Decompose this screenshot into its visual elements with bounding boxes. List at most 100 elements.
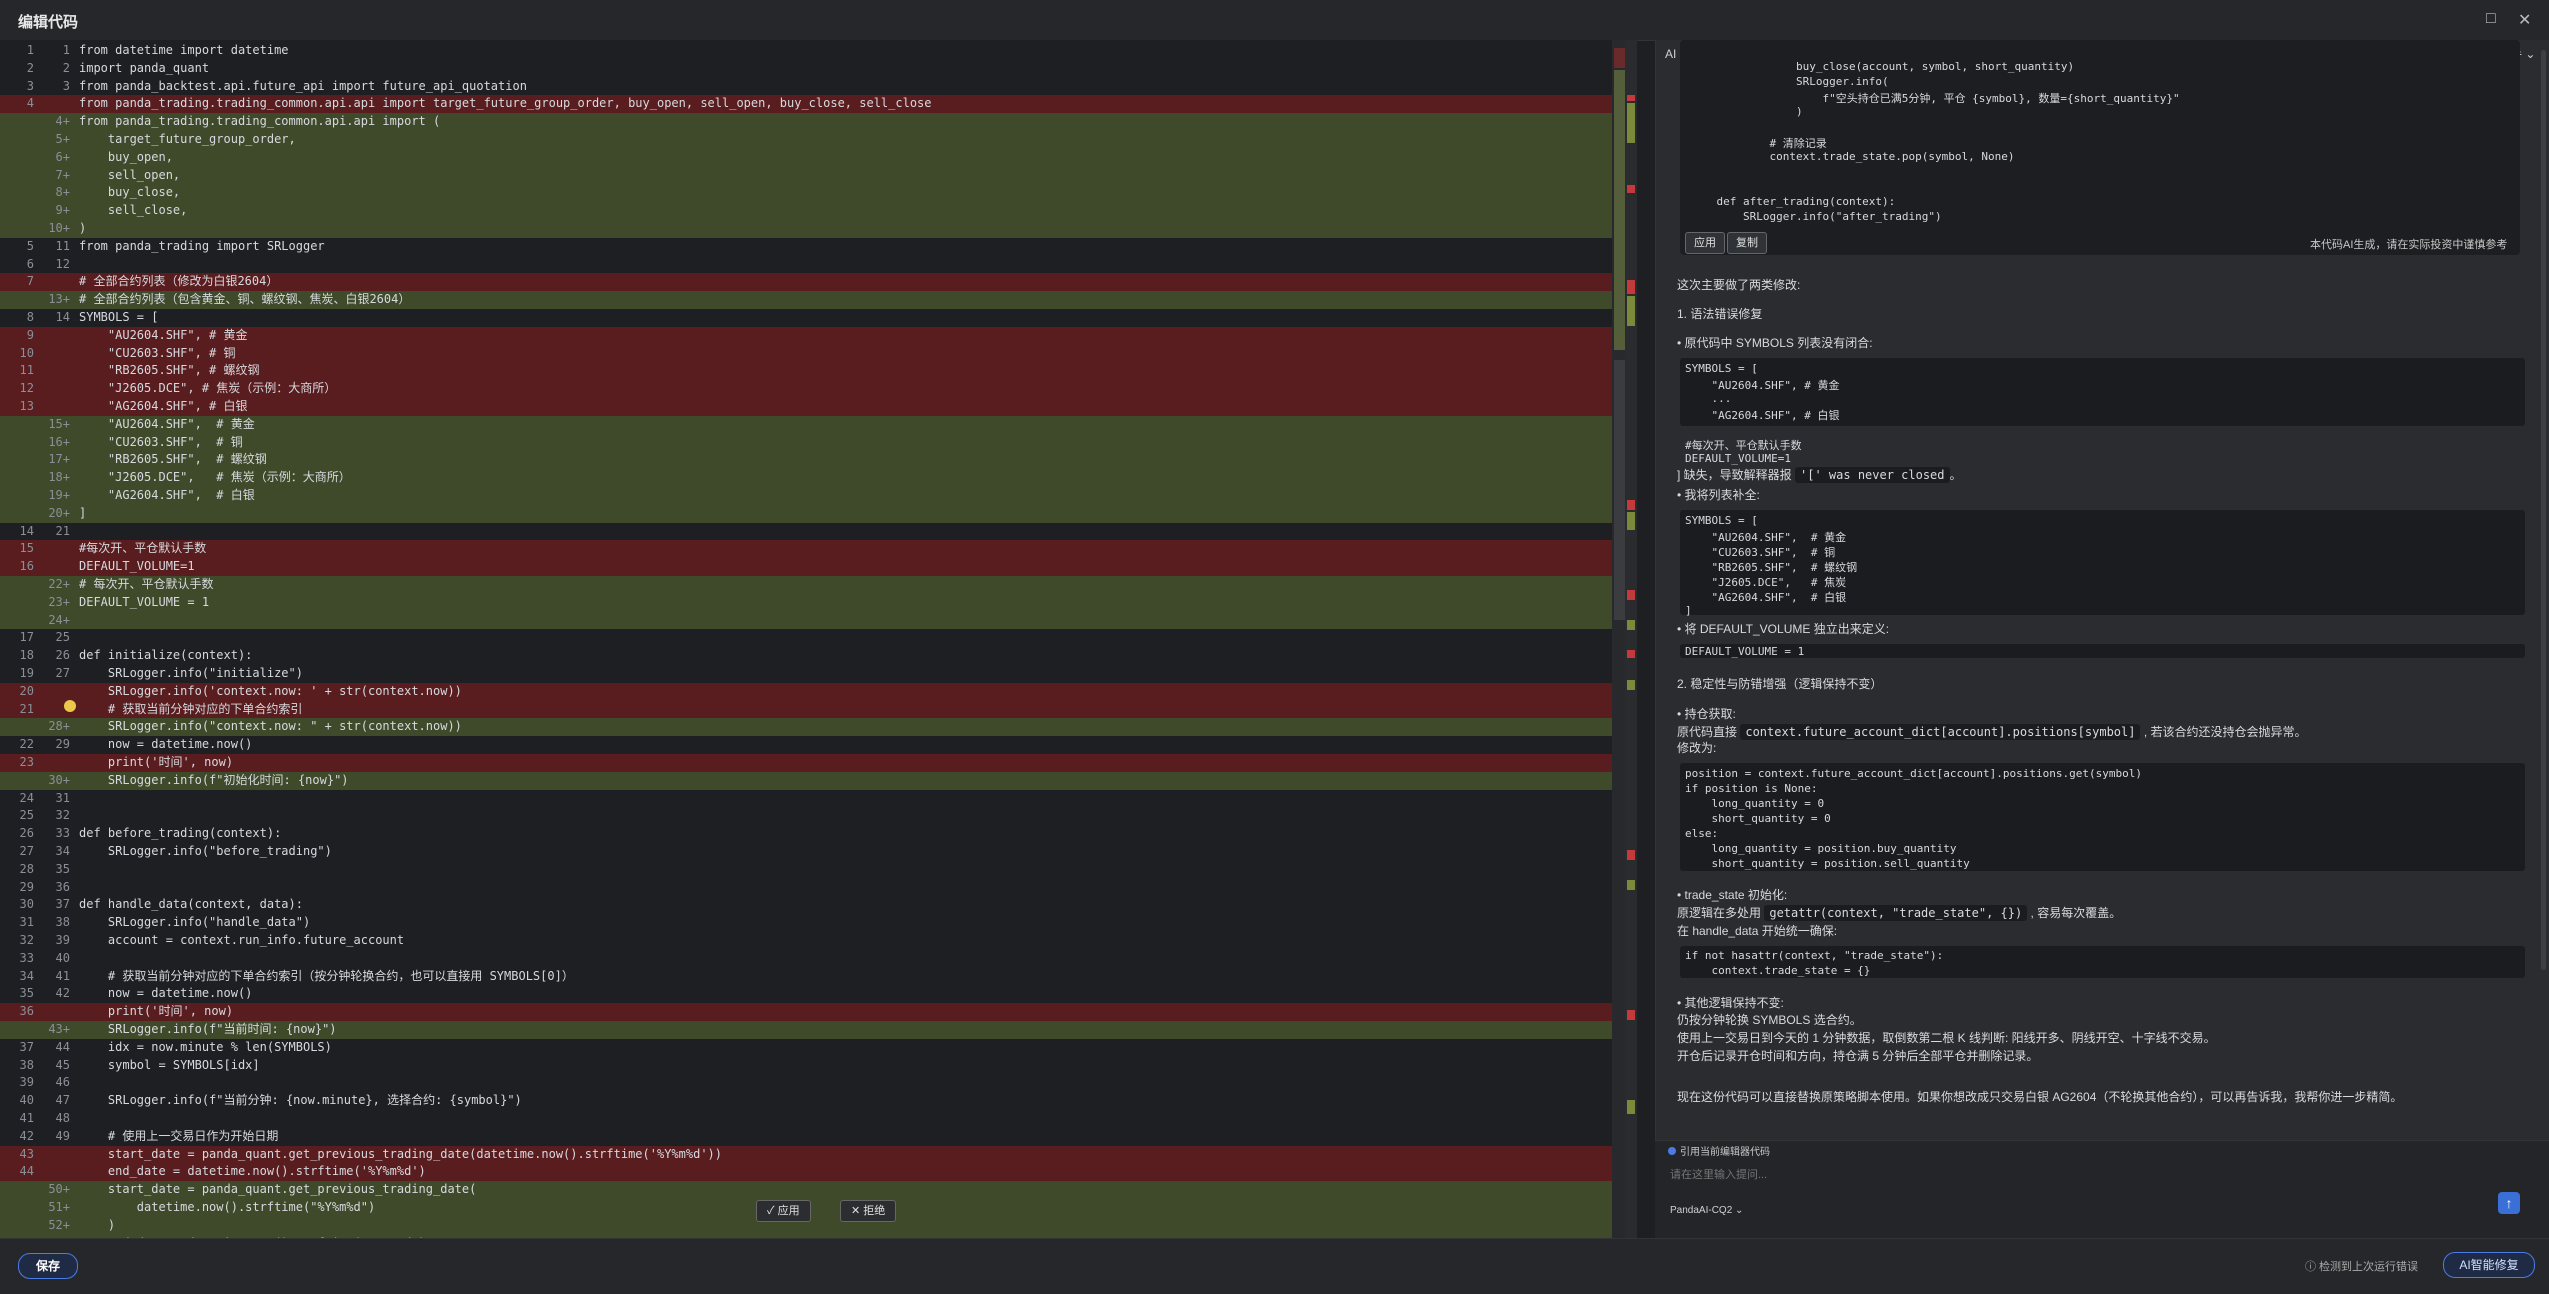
code-line[interactable]: 42 49 # 使用上一交易日作为开始日期 — [0, 1128, 1625, 1146]
code-line-removed[interactable]: 9 "AU2604.SHF", # 黄金 — [0, 326, 1625, 345]
code-line-added[interactable]: 50+ start_date = panda_quant.get_previou… — [0, 1181, 1625, 1199]
code-line[interactable]: 24 31 — [0, 790, 1625, 808]
line-number-new: 14 — [55, 310, 70, 324]
code-line[interactable]: 30 37 def handle_data(context, data): — [0, 896, 1625, 914]
code-line[interactable]: 41 48 — [0, 1110, 1625, 1128]
code-line[interactable]: 6 12 — [0, 256, 1625, 274]
code-line[interactable]: 29 36 — [0, 879, 1625, 897]
code-text: buy_open, — [79, 149, 173, 164]
code-line-removed[interactable]: 11 "RB2605.SHF", # 螺纹钢 — [0, 362, 1625, 381]
code-line[interactable]: 19 27 SRLogger.info("initialize") — [0, 665, 1625, 683]
code-text: "CU2603.SHF", # 铜 — [79, 434, 243, 449]
code-line[interactable]: 34 41 # 获取当前分钟对应的下单合约索引（按分钟轮换合约，也可以直接用 SY… — [0, 968, 1625, 986]
code-line-removed[interactable]: 13 "AG2604.SHF", # 白银 — [0, 398, 1625, 416]
close-icon[interactable]: ✕ — [2518, 10, 2531, 30]
code-line-added[interactable]: 23+ DEFAULT_VOLUME = 1 — [0, 593, 1625, 612]
code-line-removed[interactable]: 36 print('时间', now) — [0, 1003, 1625, 1021]
code-line[interactable]: 28 35 — [0, 861, 1625, 879]
code-line-removed[interactable]: 16 DEFAULT_VOLUME=1 — [0, 558, 1625, 576]
code-line-removed[interactable]: 15 #每次开、平仓默认手数 — [0, 540, 1625, 559]
code-line[interactable]: 14 21 — [0, 523, 1625, 541]
last-run-error-notice[interactable]: ⓘ 检测到上次运行错误 — [2305, 1258, 2418, 1274]
code-line-removed[interactable]: 7 # 全部合约列表（修改为白银2604） — [0, 273, 1625, 292]
code-line[interactable]: 38 45 symbol = SYMBOLS[idx] — [0, 1057, 1625, 1075]
code-line-added[interactable]: 13+ # 全部合约列表（包含黄金、铜、螺纹钢、焦炭、白银2604） — [0, 291, 1625, 309]
line-number-old: 16 — [19, 559, 34, 574]
code-line[interactable]: 5 11 from panda_trading import SRLogger — [0, 238, 1625, 256]
code-line[interactable]: 40 47 SRLogger.info(f"当前分钟: {now.minute},… — [0, 1092, 1625, 1110]
ai-question-input[interactable] — [1668, 1165, 2492, 1185]
code-line-added[interactable]: 16+ "CU2603.SHF", # 铜 — [0, 433, 1625, 452]
code-line-added[interactable]: 22+ # 每次开、平仓默认手数 — [0, 576, 1625, 594]
code-line[interactable]: 1 1 from datetime import datetime — [0, 42, 1625, 60]
code-line-added[interactable]: 28+ SRLogger.info("context.now: " + str(… — [0, 718, 1625, 737]
model-select-dropdown[interactable]: PandaAI-CQ2 ⌄ — [1670, 1205, 1743, 1216]
apply-code-button[interactable]: 应用 — [1685, 232, 1725, 254]
line-number-new: 42 — [55, 986, 70, 1001]
code-line[interactable]: 39 46 — [0, 1074, 1625, 1092]
save-button[interactable]: 保存 — [18, 1253, 78, 1279]
code-line-removed[interactable]: 12 "J2605.DCE", # 焦炭（示例：大商所） — [0, 380, 1625, 398]
line-number-new: 45 — [55, 1057, 70, 1072]
code-editor[interactable]: 1 1 from datetime import datetime 2 2 import … — [0, 40, 1625, 1238]
code-line-removed[interactable]: 10 "CU2603.SHF", # 铜 — [0, 344, 1625, 363]
code-line-added[interactable]: 9+ sell_close, — [0, 202, 1625, 220]
send-button[interactable]: ↑ — [2498, 1192, 2520, 1214]
code-line[interactable]: 2 2 import panda_quant — [0, 60, 1625, 78]
title-bar: 编辑代码 □ ✕ — [0, 0, 2549, 41]
code-line[interactable]: 35 42 now = datetime.now() — [0, 985, 1625, 1003]
code-text: end_date = datetime.now().strftime('%Y%m… — [79, 1164, 426, 1179]
code-line-removed[interactable]: 20 SRLogger.info('context.now: ' + str(c… — [0, 682, 1625, 701]
ai-code-line: ) — [1690, 105, 1803, 118]
line-number-new: 48 — [55, 1111, 70, 1125]
code-line-removed[interactable]: 23 print('时间', now) — [0, 754, 1625, 772]
code-line[interactable]: 37 44 idx = now.minute % len(SYMBOLS) — [0, 1039, 1625, 1057]
code-line[interactable]: 31 38 SRLogger.info("handle_data") — [0, 914, 1625, 932]
code-line-added[interactable]: 51+ datetime.now().strftime("%Y%m%d") — [0, 1199, 1625, 1217]
code-line-added[interactable]: 17+ "RB2605.SHF", # 螺纹钢 — [0, 451, 1625, 470]
code-line-added[interactable]: 52+ ) — [0, 1216, 1625, 1235]
code-line[interactable]: 3 3 from panda_backtest.api.future_api imp… — [0, 78, 1625, 96]
line-number-new: 20+ — [48, 505, 70, 520]
code-line-removed[interactable]: 21 # 获取当前分钟对应的下单合约索引 — [0, 700, 1625, 719]
code-line-added[interactable]: 8+ buy_close, — [0, 184, 1625, 203]
line-number-old: 40 — [19, 1093, 34, 1108]
ai-code-line: SYMBOLS = [ — [1685, 362, 1758, 375]
inline-accept-button[interactable]: ✓ 应用 — [756, 1200, 811, 1222]
code-line-added[interactable]: 7+ sell_open, — [0, 166, 1625, 185]
code-line[interactable]: 22 29 now = datetime.now() — [0, 736, 1625, 754]
reference-editor-code-toggle[interactable]: 引用当前编辑器代码 — [1668, 1143, 1770, 1158]
ruler-add-mark — [1627, 1100, 1635, 1114]
code-line[interactable]: 17 25 — [0, 629, 1625, 647]
code-line-added[interactable]: 18+ "J2605.DCE", # 焦炭（示例：大商所） — [0, 469, 1625, 487]
ai-smart-fix-button[interactable]: AI智能修复 — [2443, 1252, 2535, 1278]
code-line-added[interactable]: 19+ "AG2604.SHF", # 白银 — [0, 487, 1625, 505]
code-line-removed[interactable]: 43 start_date = panda_quant.get_previous… — [0, 1145, 1625, 1164]
code-line[interactable]: 27 34 SRLogger.info("before_trading") — [0, 843, 1625, 861]
code-line-removed[interactable]: 44 end_date = datetime.now().strftime('%… — [0, 1163, 1625, 1182]
code-line-added[interactable]: 30+ SRLogger.info(f"初始化时间: {now}") — [0, 771, 1625, 790]
code-line-added[interactable]: 4+ from panda_trading.trading_common.api.… — [0, 113, 1625, 131]
code-line-added[interactable]: 20+] — [0, 504, 1625, 523]
code-line[interactable]: 33 40 — [0, 950, 1625, 968]
lightbulb-icon[interactable] — [64, 700, 76, 712]
code-line-added[interactable]: 43+ SRLogger.info(f"当前时间: {now}") — [0, 1021, 1625, 1039]
code-line-added[interactable]: 15+ "AU2604.SHF", # 黄金 — [0, 415, 1625, 434]
line-number-old: 3 — [26, 78, 34, 93]
ai-panel-scrollbar[interactable] — [2541, 50, 2546, 970]
code-text: SRLogger.info("initialize") — [79, 666, 303, 680]
copy-code-button[interactable]: 复制 — [1727, 232, 1767, 254]
inline-reject-button[interactable]: ✕ 拒绝 — [840, 1200, 897, 1222]
code-text: # 全部合约列表（包含黄金、铜、螺纹钢、焦炭、白银2604） — [79, 292, 411, 307]
code-line-added[interactable]: 6+ buy_open, — [0, 148, 1625, 167]
code-line[interactable]: 8 14 SYMBOLS = [ — [0, 309, 1625, 327]
code-line[interactable]: 32 39 account = context.run_info.future_a… — [0, 932, 1625, 950]
code-line-removed[interactable]: 4 from panda_trading.trading_common.api.a… — [0, 95, 1625, 114]
maximize-icon[interactable]: □ — [2486, 10, 2496, 28]
code-line-added[interactable]: 5+ target_future_group_order, — [0, 131, 1625, 149]
code-line-added[interactable]: 24+ — [0, 611, 1625, 630]
code-line[interactable]: 26 33 def before_trading(context): — [0, 825, 1625, 843]
code-line-added[interactable]: 10+) — [0, 220, 1625, 238]
code-line[interactable]: 25 32 — [0, 807, 1625, 825]
code-line[interactable]: 18 26 def initialize(context): — [0, 647, 1625, 665]
